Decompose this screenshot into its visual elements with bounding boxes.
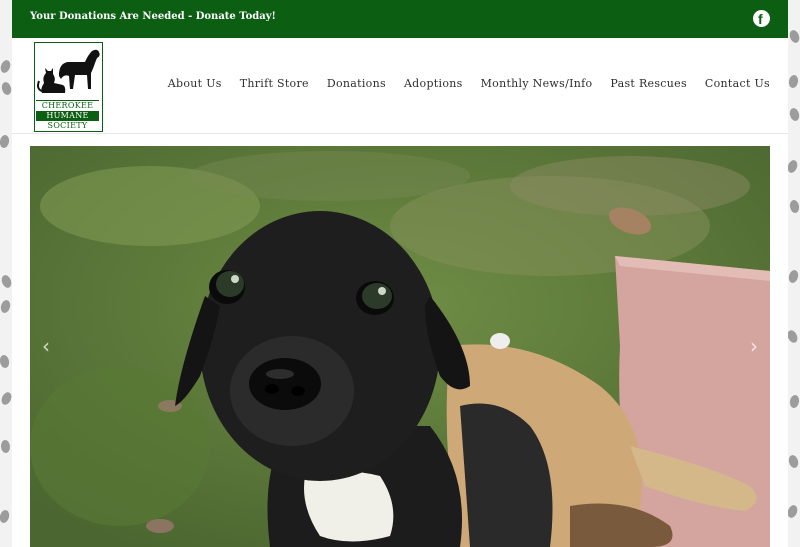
nav-thrift-store[interactable]: Thrift Store xyxy=(240,77,309,90)
hero-slider[interactable]: ‹ › xyxy=(30,146,770,547)
nav-past-rescues[interactable]: Past Rescues xyxy=(610,77,686,90)
nav-adoptions[interactable]: Adoptions xyxy=(404,77,463,90)
facebook-icon[interactable]: f xyxy=(753,10,770,27)
site-logo[interactable]: CHEROKEE HUMANE SOCIETY xyxy=(34,42,103,132)
site-container: Your Donations Are Needed - Donate Today… xyxy=(12,0,788,547)
paw-print-decoration-left xyxy=(0,0,12,547)
puppy-photo xyxy=(30,146,770,547)
paw-print-decoration-right xyxy=(788,0,800,547)
chevron-left-icon[interactable]: ‹ xyxy=(42,334,50,358)
nav-donations[interactable]: Donations xyxy=(327,77,386,90)
donate-announcement-link[interactable]: Your Donations Are Needed - Donate Today… xyxy=(30,11,276,22)
nav-contact-us[interactable]: Contact Us xyxy=(705,77,770,90)
nav-monthly-news-info[interactable]: Monthly News/Info xyxy=(481,77,593,90)
logo-text-cherokee: CHEROKEE xyxy=(36,100,99,111)
main-nav: About Us Thrift Store Donations Adoption… xyxy=(168,77,770,90)
chevron-right-icon[interactable]: › xyxy=(750,334,758,358)
dog-cat-silhouette-icon xyxy=(37,49,100,93)
site-header: CHEROKEE HUMANE SOCIETY About Us Thrift … xyxy=(12,38,788,134)
logo-text-society: SOCIETY xyxy=(36,121,99,131)
top-announcement-bar: Your Donations Are Needed - Donate Today… xyxy=(12,0,788,38)
logo-text-humane: HUMANE xyxy=(36,111,99,121)
nav-about-us[interactable]: About Us xyxy=(168,77,222,90)
